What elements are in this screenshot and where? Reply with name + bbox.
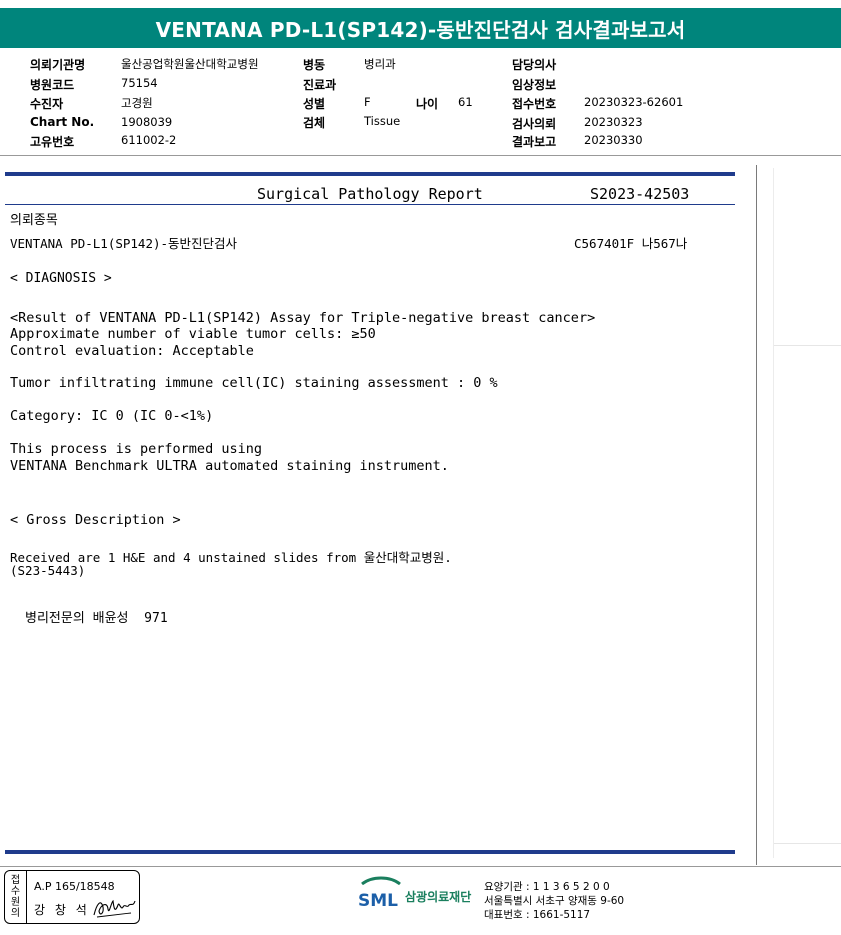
reception-stamp: 접 수 원 의 A.P 165/18548 강 창 석 (4, 870, 140, 924)
gross-header: < Gross Description > (10, 512, 181, 528)
value-hospital-code: 75154 (121, 76, 158, 90)
label-sex: 성별 (303, 97, 326, 111)
logo-abbr: SML (358, 891, 398, 911)
footer-divider (0, 866, 841, 867)
report-bottom-rule (5, 850, 735, 854)
report-top-rule (5, 172, 735, 176)
institution-phone: 대표번호 : 1661-5117 (484, 909, 591, 921)
value-unique-no: 611002-2 (121, 133, 177, 147)
label-institution: 의뢰기관명 (30, 58, 86, 72)
ic-category: Category: IC 0 (IC 0-<1%) (10, 408, 214, 424)
value-age: 61 (458, 95, 473, 109)
side-pane-divider (774, 345, 841, 346)
label-ward: 병동 (303, 58, 326, 72)
value-report-date: 20230330 (584, 133, 643, 147)
value-receipt-no: 20230323-62601 (584, 95, 684, 109)
label-unique-no: 고유번호 (30, 135, 75, 149)
label-age: 나이 (416, 97, 439, 111)
label-report-date: 결과보고 (512, 135, 557, 149)
value-specimen: Tissue (364, 114, 401, 128)
label-doctor: 담당의사 (512, 58, 557, 72)
request-label: 의뢰종목 (10, 213, 58, 228)
handwritten-signature-icon (93, 899, 136, 918)
ic-assessment: Tumor infiltrating immune cell(IC) stain… (10, 375, 498, 391)
label-specimen: 검체 (303, 116, 326, 130)
process-line-2: VENTANA Benchmark ULTRA automated staini… (10, 458, 449, 474)
label-clinical-info: 임상정보 (512, 78, 557, 92)
value-ward: 병리과 (364, 57, 396, 71)
side-pane-edge (773, 168, 774, 858)
control-evaluation: Control evaluation: Acceptable (10, 343, 254, 359)
label-department: 진료과 (303, 78, 337, 92)
logo-name: 삼광의료재단 (405, 890, 472, 904)
stamp-ap-number: A.P 165/18548 (34, 880, 115, 893)
report-main-title: VENTANA PD-L1(SP142)-동반진단검사 검사결과보고서 (155, 17, 686, 42)
value-patient: 고경원 (121, 96, 153, 110)
label-patient: 수진자 (30, 97, 64, 111)
viable-tumor-cells: Approximate number of viable tumor cells… (10, 326, 376, 342)
sml-logo-icon: SML (358, 876, 401, 911)
institution-code: 요양기관 : 1 1 3 6 5 2 0 0 (484, 881, 610, 893)
gross-line-2: (S23-5443) (10, 563, 86, 578)
value-institution: 울산공업학원울산대학교병원 (121, 57, 259, 71)
value-chart-no: 1908039 (121, 115, 173, 129)
label-receipt-no: 접수번호 (512, 97, 557, 111)
stamp-name: 강 창 석 (34, 903, 90, 917)
label-request-date: 검사의뢰 (512, 117, 557, 131)
stamp-side-label: 접 수 원 의 (5, 871, 27, 923)
report-title: Surgical Pathology Report (257, 185, 483, 203)
patient-info: 의뢰기관명 울산공업학원울산대학교병원 병원코드 75154 수진자 고경원 C… (0, 52, 841, 152)
value-request-date: 20230323 (584, 115, 643, 129)
side-pane-divider-bottom (774, 843, 841, 844)
request-item: VENTANA PD-L1(SP142)-동반진단검사 (10, 236, 238, 251)
diagnosis-header: < DIAGNOSIS > (10, 271, 112, 286)
request-code: C567401F 나567나 (574, 236, 688, 251)
label-hospital-code: 병원코드 (30, 78, 75, 92)
label-chart-no: Chart No. (30, 115, 95, 129)
value-sex: F (364, 95, 371, 109)
result-header: <Result of VENTANA PD-L1(SP142) Assay fo… (10, 310, 596, 326)
header-divider (0, 155, 841, 156)
report-title-bar: VENTANA PD-L1(SP142)-동반진단검사 검사결과보고서 (0, 8, 841, 48)
report-title-rule (5, 204, 735, 205)
institution-address: 서울특별시 서초구 양재동 9-60 (484, 895, 625, 907)
process-line-1: This process is performed using (10, 441, 262, 457)
report-number: S2023-42503 (590, 185, 690, 203)
pathologist-signature: 병리전문의 배윤성 971 (25, 611, 168, 626)
